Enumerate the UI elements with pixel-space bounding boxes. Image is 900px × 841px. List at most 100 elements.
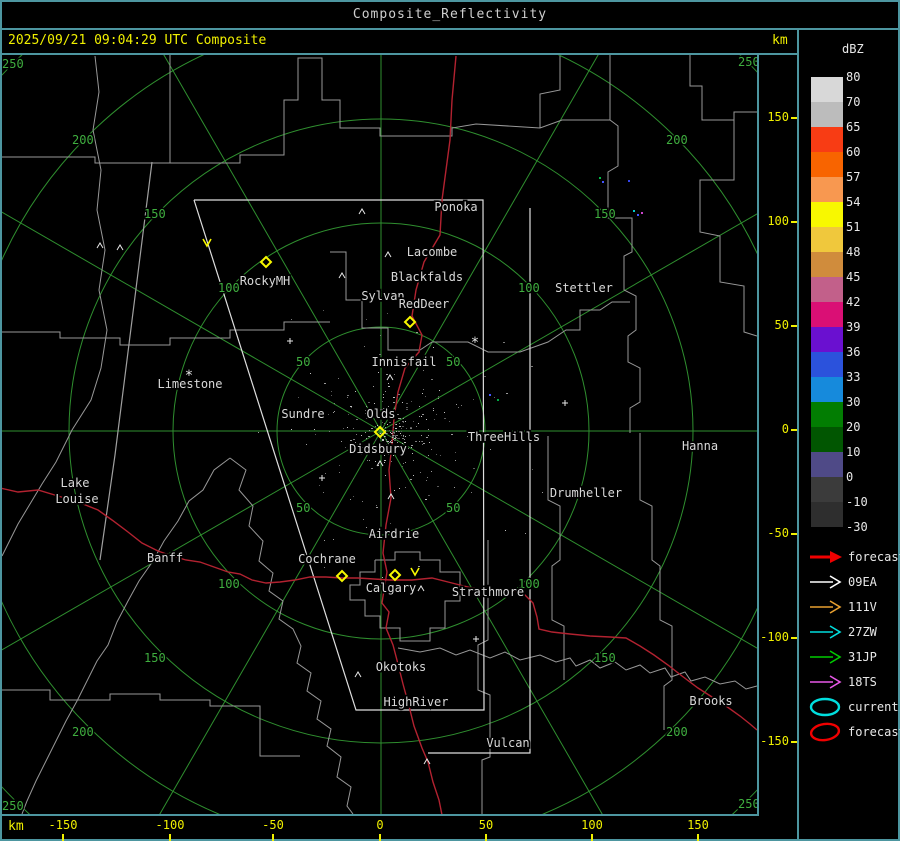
right-axis-tick-mark [791,637,797,639]
echo-speckle [366,527,367,528]
legend-item-label: 09EA [848,575,877,589]
colorbar-value-label: 57 [846,170,861,184]
city-label-blackfalds: Blackfalds [391,270,463,284]
echo-speckle [403,436,404,437]
echo-speckle [428,495,430,496]
caret-marker [354,671,362,678]
colorbar-swatch [811,252,843,277]
colored-speck [599,177,601,179]
echo-speckle [387,313,388,314]
echo-speckle [406,407,408,408]
colorbar-value-label: 45 [846,270,861,284]
station-diamond-marker[interactable] [388,568,402,582]
echo-speckle [399,426,401,427]
bottom-axis-tick-label: 100 [581,818,603,832]
colorbar-value-label: 80 [846,70,861,84]
echo-speckle [425,499,427,500]
county-boundary [699,120,757,337]
legend-arrow-icon [810,650,842,664]
city-label-vulcan: Vulcan [486,736,529,750]
echo-speckle [384,436,385,437]
echo-speckle [410,428,412,429]
city-label-calgary: Calgary [366,581,417,595]
echo-speckle [434,419,435,420]
city-label-lake: Lake [61,476,90,490]
echo-speckle [421,416,422,417]
echo-speckle [444,418,446,419]
echo-speckle [415,441,417,442]
station-diamond-marker[interactable] [259,255,273,269]
legend-item-31JP: 31JP [806,646,898,670]
echo-speckle [329,431,330,432]
echo-speckle [356,419,358,420]
echo-speckle [388,383,389,384]
echo-speckle [454,487,455,488]
echo-speckle [421,435,422,436]
echo-speckle [378,465,379,466]
city-label-louise: Louise [55,492,98,506]
echo-speckle [353,428,354,429]
colorbar-value-label: 65 [846,120,861,134]
echo-speckle [388,386,390,387]
city-label-innisfail: Innisfail [371,355,436,369]
caret-marker [96,242,104,249]
echo-speckle [406,403,408,404]
ring-distance-label: 200 [666,133,688,147]
echo-speckle [380,335,381,336]
echo-speckle [403,422,404,423]
echo-speckle [431,471,432,472]
legend-item-forecast: forecast [806,546,900,570]
echo-speckle [494,397,495,398]
echo-speckle [471,492,472,493]
echo-speckle [398,431,400,432]
echo-speckle [376,505,377,506]
bottom-axis-tick-mark [697,834,699,841]
colorbar-swatch [811,302,843,327]
echo-speckle [323,492,324,493]
colorbar-swatch [811,227,843,252]
colorbar-value-label: 70 [846,95,861,109]
echo-speckle [392,435,393,436]
echo-speckle [438,396,439,397]
echo-speckle [406,409,408,410]
echo-speckle [396,428,397,429]
echo-speckle [333,412,334,413]
echo-speckle [422,393,423,394]
echo-speckle [490,449,491,450]
bottom-axis-tick-label: -150 [48,818,78,832]
echo-speckle [410,479,412,480]
echo-speckle [334,411,335,412]
county-boundary [170,55,611,164]
bottom-axis-tick-mark [591,834,593,841]
echo-speckle [325,473,326,474]
echo-speckle [426,457,427,458]
bottom-axis-tick-label: 150 [687,818,709,832]
echo-speckle [484,376,486,377]
echo-speckle [423,389,424,390]
station-diamond-marker[interactable] [335,569,349,583]
echo-speckle [436,454,437,455]
echo-speckle [426,480,427,481]
echo-speckle [386,439,387,440]
colorbar-swatch [811,77,843,102]
echo-speckle [405,487,406,488]
echo-speckle [438,398,439,399]
bottom-axis: km -150 -100 -50 0 50 100 150 [0,816,759,841]
echo-speckle [431,379,433,380]
echo-speckle [394,490,395,491]
echo-speckle [373,386,374,387]
echo-speckle [425,396,426,397]
echo-speckle [428,429,429,430]
right-axis: 150 100 50 0 -50 -100 -150 [759,53,798,816]
county-boundary [2,321,330,346]
echo-speckle [419,406,420,407]
legend-item-forecast: forecast [806,721,900,745]
echo-speckle [402,426,404,427]
legend-arrow-icon [810,625,842,639]
echo-speckle [378,372,379,373]
echo-speckle [389,422,391,423]
echo-speckle [410,427,412,428]
echo-speckle [394,374,395,375]
colored-speck [637,214,639,216]
bottom-axis-tick-label: -100 [155,818,185,832]
